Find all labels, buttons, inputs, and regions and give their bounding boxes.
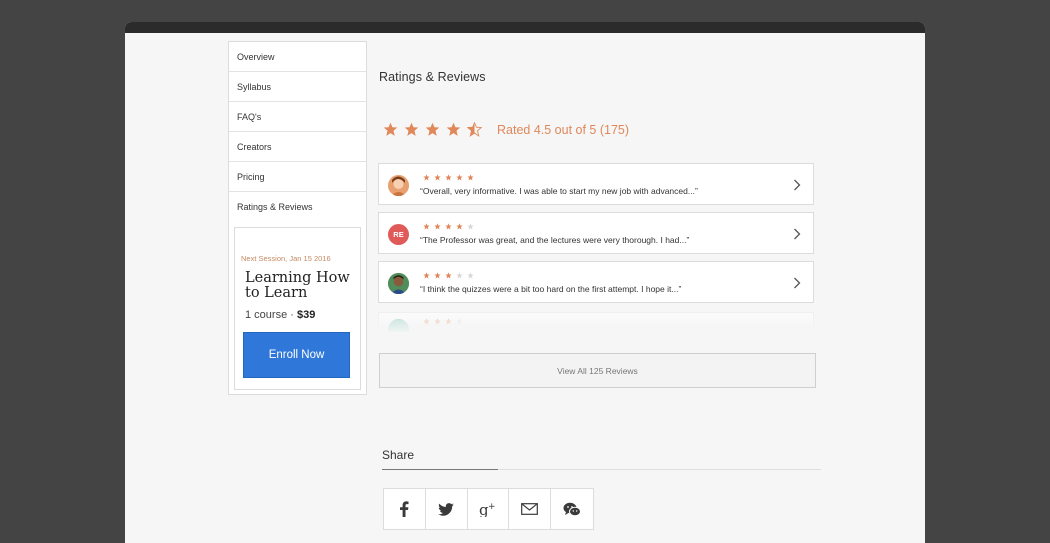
sidebar-item-label: Overview (237, 51, 275, 62)
star-icon (434, 223, 441, 230)
star-icon (423, 272, 430, 279)
sidebar-item-pricing[interactable]: Pricing (229, 162, 366, 192)
browser-window: Overview Syllabus FAQ's Creators Pricing… (125, 22, 925, 543)
star-icon (445, 223, 452, 230)
star-icon (434, 174, 441, 181)
share-twitter-button[interactable] (426, 489, 468, 529)
sidebar-item-syllabus[interactable]: Syllabus (229, 72, 366, 102)
sidebar-item-label: Pricing (237, 171, 265, 182)
share-buttons: g + (383, 488, 594, 530)
rating-summary: Rated 4.5 out of 5 (175) (497, 122, 630, 137)
sidebar-item-creators[interactable]: Creators (229, 132, 366, 162)
star-icon (383, 122, 398, 136)
course-sidebar: Overview Syllabus FAQ's Creators Pricing… (228, 41, 367, 395)
review-card[interactable]: “I think the quizzes were a bit too hard… (378, 261, 814, 303)
review-stars (423, 272, 478, 279)
star-icon (423, 174, 430, 181)
mail-icon (521, 503, 539, 515)
review-excerpt: “Overall, very informative. I was able t… (420, 186, 698, 196)
sidebar-item-label: Syllabus (237, 81, 272, 92)
sidebar-item-faqs[interactable]: FAQ's (229, 102, 366, 132)
sidebar-item-label: Ratings & Reviews (237, 202, 313, 212)
sidebar-item-overview[interactable]: Overview (229, 42, 366, 72)
review-stars (423, 223, 478, 230)
sidebar-item-ratings-reviews[interactable]: Ratings & Reviews (229, 192, 366, 222)
star-icon (445, 174, 452, 181)
course-price: $39 (296, 309, 316, 321)
course-meta: 1 course · $39 (245, 309, 315, 321)
star-icon (467, 174, 474, 181)
person-photo-icon (388, 175, 409, 196)
star-icon (456, 174, 463, 181)
empty-star-icon (456, 272, 463, 279)
review-excerpt: “I think the quizzes were a bit too hard… (420, 284, 682, 294)
star-icon (445, 272, 452, 279)
next-session-date: Next Session, Jan 15 2016 (241, 254, 331, 263)
share-facebook-button[interactable] (384, 489, 426, 529)
reviewer-avatar (388, 175, 409, 196)
star-icon (446, 122, 461, 136)
google-plus-icon: g + (479, 501, 496, 517)
empty-star-icon (467, 223, 474, 230)
sidebar-item-label: Creators (237, 141, 272, 152)
share-tab-underline (382, 469, 498, 470)
course-count: 1 course · (245, 309, 297, 321)
share-wechat-button[interactable] (551, 489, 593, 529)
enroll-now-button[interactable]: Enroll Now (243, 332, 350, 378)
overall-rating: Rated 4.5 out of 5 (175) (383, 122, 629, 137)
fade-overlay (375, 320, 819, 334)
star-icon (425, 122, 440, 136)
share-google-plus-button[interactable]: g + (468, 489, 510, 529)
person-photo-icon (388, 273, 409, 294)
reviewer-avatar (388, 273, 409, 294)
chevron-right-icon (794, 179, 801, 191)
star-icon (404, 122, 419, 136)
course-promo-card: Next Session, Jan 15 2016 Learning How t… (234, 227, 361, 390)
star-icon (456, 223, 463, 230)
facebook-icon (400, 501, 409, 517)
review-stars (423, 174, 478, 181)
half-star-icon (467, 122, 482, 137)
twitter-icon (438, 502, 454, 516)
view-all-reviews-button[interactable]: View All 125 Reviews (379, 353, 816, 388)
share-title: Share (382, 448, 415, 462)
wechat-icon (563, 502, 582, 516)
svg-text:+: + (488, 502, 496, 512)
review-card[interactable]: RE “The Professor was great, and the lec… (378, 212, 814, 254)
empty-star-icon (467, 272, 474, 279)
review-card[interactable]: “Overall, very informative. I was able t… (378, 163, 814, 205)
star-icon (434, 272, 441, 279)
sidebar-item-label: FAQ's (237, 111, 262, 122)
course-title: Learning How to Learn (245, 270, 350, 301)
share-email-button[interactable] (509, 489, 552, 529)
review-excerpt: “The Professor was great, and the lectur… (420, 235, 690, 245)
window-top-bar (125, 22, 925, 33)
section-title: Ratings & Reviews (379, 70, 486, 84)
chevron-right-icon (794, 228, 801, 240)
chevron-right-icon (794, 277, 801, 289)
star-icon (423, 223, 430, 230)
reviewer-avatar: RE (388, 224, 409, 245)
